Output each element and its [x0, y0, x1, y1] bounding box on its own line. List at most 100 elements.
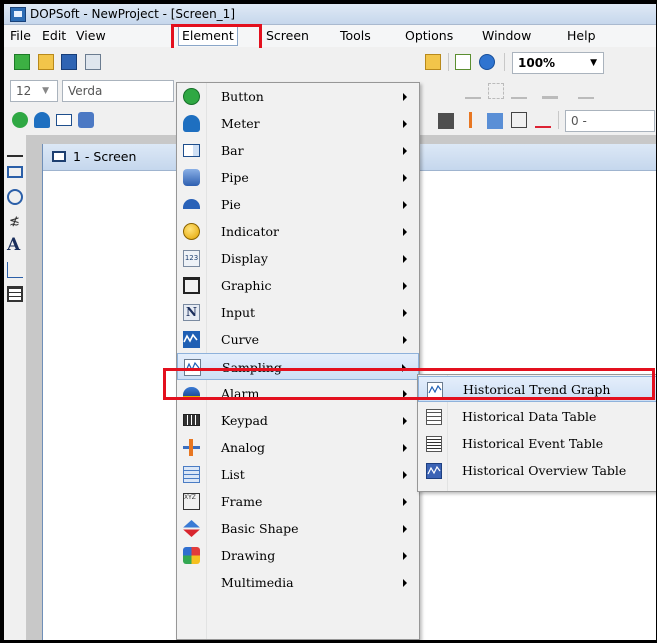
- pie-icon: [183, 199, 200, 209]
- scale-icon[interactable]: [7, 262, 23, 278]
- table-icon[interactable]: [7, 286, 23, 302]
- open-folder-icon[interactable]: [38, 54, 54, 70]
- font-name-value: Verda: [68, 84, 103, 98]
- menu-item-input[interactable]: N Input: [177, 299, 419, 326]
- pipe-element-icon[interactable]: [78, 112, 94, 128]
- menu-edit[interactable]: Edit: [42, 25, 66, 47]
- submenu-arrow-icon: [403, 498, 407, 506]
- element-menu-highlight: [171, 24, 262, 51]
- submenu-arrow-icon: [403, 471, 407, 479]
- submenu-arrow-icon: [403, 147, 407, 155]
- menu-item-button[interactable]: Button: [177, 83, 419, 110]
- screen-icon: [52, 151, 66, 162]
- menu-item-pipe[interactable]: Pipe: [177, 164, 419, 191]
- curve-icon: [183, 331, 200, 348]
- submenu-item-historical-data-table[interactable]: Historical Data Table: [418, 404, 656, 430]
- input-icon: N: [183, 304, 200, 321]
- submenu-arrow-icon: [403, 120, 407, 128]
- text-align-icon[interactable]: [511, 83, 527, 99]
- submenu-arrow-icon: [403, 201, 407, 209]
- bar-element-icon[interactable]: [56, 114, 72, 126]
- submenu-arrow-icon: [403, 93, 407, 101]
- submenu-arrow-icon: [403, 525, 407, 533]
- menu-item-meter[interactable]: Meter: [177, 110, 419, 137]
- menu-item-graphic[interactable]: Graphic: [177, 272, 419, 299]
- button-icon: [183, 88, 200, 105]
- menu-item-indicator[interactable]: Indicator: [177, 218, 419, 245]
- list-element-icon[interactable]: [487, 113, 503, 129]
- info-icon[interactable]: [479, 54, 495, 70]
- import-icon[interactable]: [425, 54, 441, 70]
- menu-view[interactable]: View: [76, 25, 106, 47]
- window-title: DOPSoft - NewProject - [Screen_1]: [30, 7, 236, 21]
- pipe-icon: [183, 169, 200, 186]
- submenu-arrow-icon: [403, 417, 407, 425]
- drawing-icon: [183, 547, 200, 564]
- element-dropdown-menu: Button Meter Bar Pipe Pie Indicator 123 …: [176, 82, 420, 640]
- menu-item-multimedia[interactable]: Multimedia: [177, 569, 419, 596]
- meter-element-icon[interactable]: [34, 112, 50, 128]
- bold-icon[interactable]: [578, 83, 594, 99]
- basic-shape-element-icon[interactable]: [535, 112, 551, 128]
- data-table-icon: [426, 409, 442, 425]
- menu-item-curve[interactable]: Curve: [177, 326, 419, 353]
- menu-bar: File Edit View Element Screen Tools Opti…: [4, 25, 656, 47]
- menu-item-keypad[interactable]: Keypad: [177, 407, 419, 434]
- frame-element-icon[interactable]: [511, 112, 527, 128]
- menu-item-list[interactable]: List: [177, 461, 419, 488]
- zoom-value: 100%: [518, 56, 556, 70]
- button-element-icon[interactable]: [12, 112, 28, 128]
- polyline-icon[interactable]: ≴: [9, 214, 25, 230]
- font-size-value: 12: [16, 84, 32, 98]
- menu-item-analog[interactable]: Analog: [177, 434, 419, 461]
- font-color-icon[interactable]: [542, 83, 558, 99]
- menu-item-bar[interactable]: Bar: [177, 137, 419, 164]
- menu-item-pie[interactable]: Pie: [177, 191, 419, 218]
- sampling-highlight: [163, 368, 655, 400]
- submenu-arrow-icon: [403, 255, 407, 263]
- text-icon[interactable]: A: [7, 237, 23, 254]
- bar-icon: [183, 144, 200, 157]
- basic-shape-icon: [183, 520, 200, 537]
- submenu-arrow-icon: [403, 174, 407, 182]
- text-frame-icon[interactable]: [488, 83, 504, 99]
- pencil-icon[interactable]: [7, 141, 23, 157]
- title-bar: DOPSoft - NewProject - [Screen_1]: [4, 4, 656, 25]
- menu-file[interactable]: File: [10, 25, 31, 47]
- font-name-select[interactable]: Verda: [62, 80, 174, 102]
- menu-options[interactable]: Options: [405, 25, 453, 47]
- submenu-arrow-icon: [403, 336, 407, 344]
- submenu-arrow-icon: [403, 309, 407, 317]
- app-window: DOPSoft - NewProject - [Screen_1] File E…: [4, 4, 656, 640]
- frame-icon: XYZ: [183, 493, 200, 510]
- menu-help[interactable]: Help: [567, 25, 596, 47]
- print-icon[interactable]: [85, 54, 101, 70]
- graphic-icon: [183, 277, 200, 294]
- menu-tools[interactable]: Tools: [340, 25, 371, 47]
- circle-icon[interactable]: [7, 189, 23, 205]
- multimedia-icon: [183, 574, 200, 591]
- keypad-element-icon[interactable]: [438, 113, 454, 129]
- text-style-icon[interactable]: [465, 83, 481, 99]
- keypad-icon: [183, 414, 200, 426]
- menu-item-basic-shape[interactable]: Basic Shape: [177, 515, 419, 542]
- submenu-item-historical-event-table[interactable]: Historical Event Table: [418, 431, 656, 457]
- menu-window[interactable]: Window: [482, 25, 531, 47]
- submenu-arrow-icon: [403, 228, 407, 236]
- range-field[interactable]: 0 -: [565, 110, 655, 132]
- menu-item-drawing[interactable]: Drawing: [177, 542, 419, 569]
- menu-item-display[interactable]: 123 Display: [177, 245, 419, 272]
- menu-screen[interactable]: Screen: [266, 25, 309, 47]
- submenu-arrow-icon: [403, 579, 407, 587]
- font-size-select[interactable]: 12 ▼: [10, 80, 58, 102]
- rectangle-icon[interactable]: [7, 166, 23, 178]
- toolbar-standard: 100% ▼: [4, 48, 656, 76]
- app-icon: [10, 7, 26, 22]
- zoom-select[interactable]: 100% ▼: [512, 52, 604, 74]
- menu-item-frame[interactable]: XYZ Frame: [177, 488, 419, 515]
- new-icon[interactable]: [14, 54, 30, 70]
- save-icon[interactable]: [61, 54, 77, 70]
- analog-element-icon[interactable]: [462, 112, 478, 128]
- submenu-item-historical-overview-table[interactable]: Historical Overview Table: [418, 458, 656, 484]
- download-icon[interactable]: [455, 54, 471, 70]
